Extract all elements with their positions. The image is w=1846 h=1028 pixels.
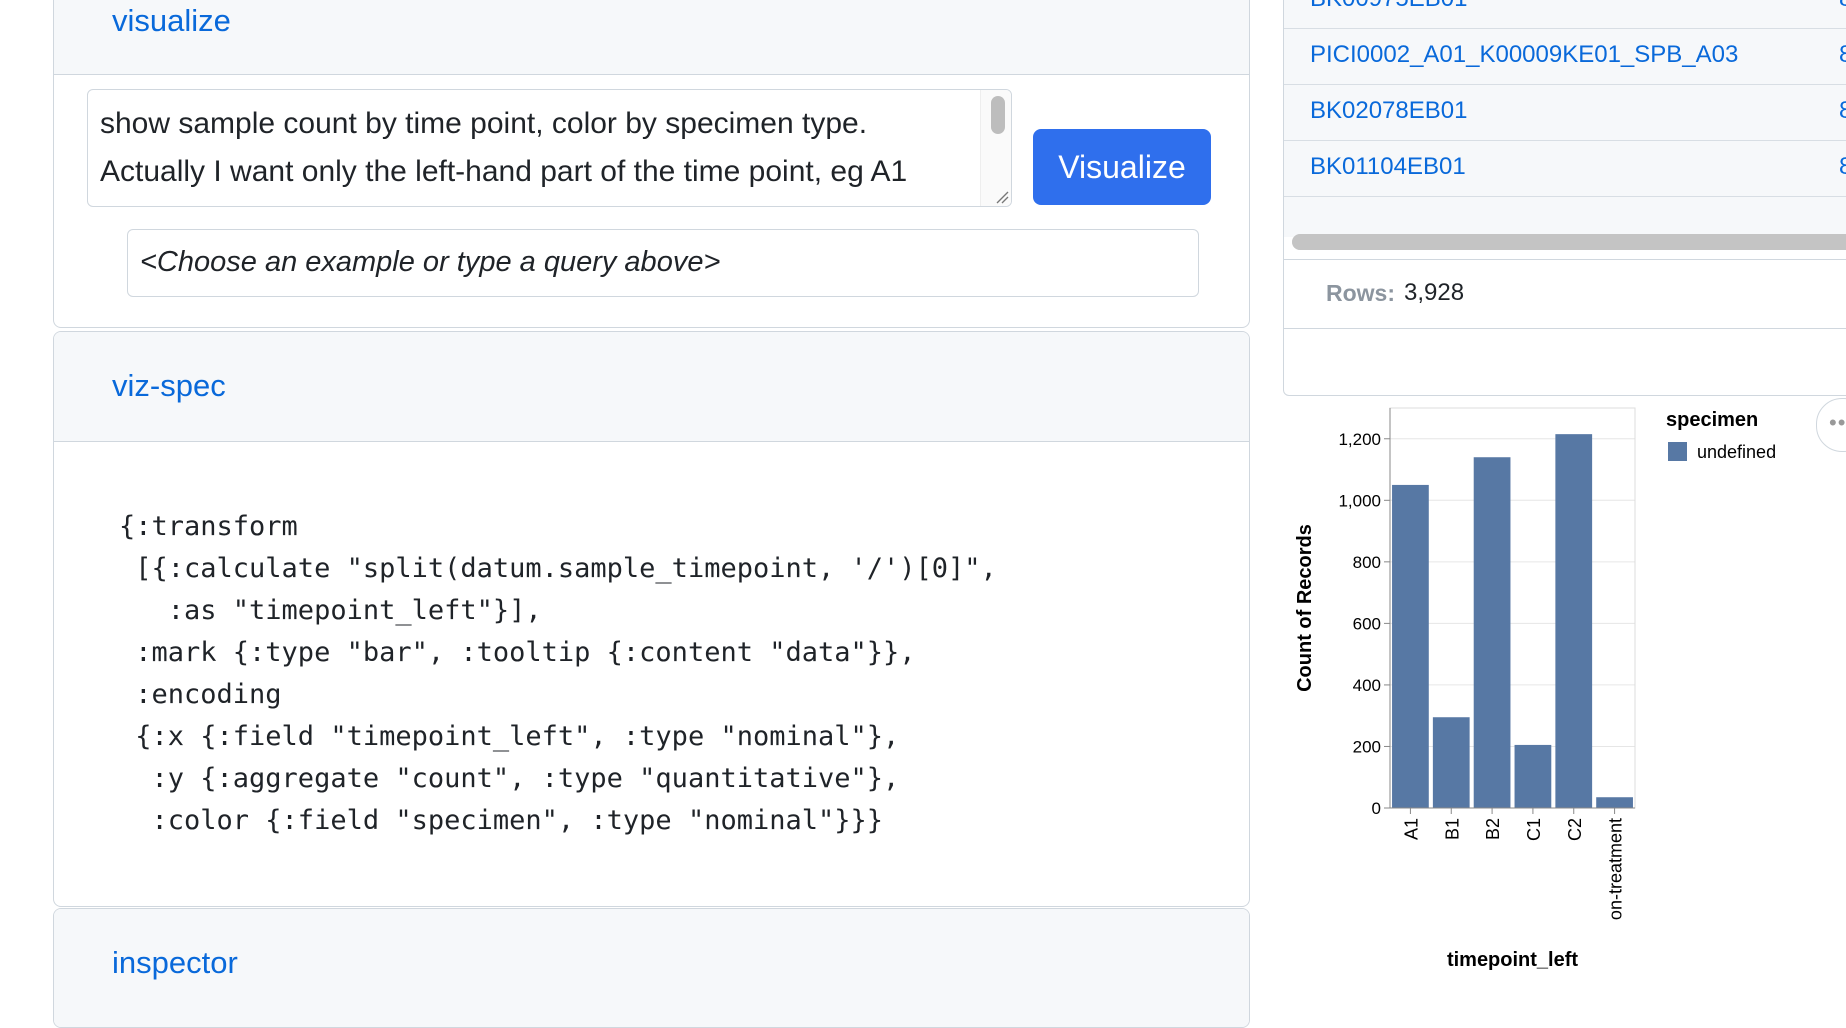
table-cell-next: 8 bbox=[1839, 0, 1846, 13]
table-row-empty bbox=[1284, 197, 1846, 237]
vizspec-header: viz-spec bbox=[54, 332, 1249, 442]
inspector-title[interactable]: inspector bbox=[112, 945, 238, 981]
query-scrollbar[interactable] bbox=[980, 90, 1011, 206]
table-row: BK01104EB01 8 bbox=[1284, 141, 1846, 197]
table-row: BK00975EB01 8 bbox=[1284, 0, 1846, 29]
rows-value: 3,928 bbox=[1404, 279, 1465, 306]
table-cell-id[interactable]: BK02078EB01 bbox=[1310, 97, 1467, 125]
visualize-panel: visualize show sample count by time poin… bbox=[53, 0, 1250, 328]
query-input[interactable]: show sample count by time point, color b… bbox=[87, 89, 1012, 207]
bar bbox=[1473, 457, 1511, 808]
rows-label: Rows: bbox=[1326, 280, 1395, 306]
y-tick-label: 1,200 bbox=[1338, 430, 1381, 449]
table-row: BK02078EB01 8 bbox=[1284, 85, 1846, 141]
y-tick-label: 800 bbox=[1353, 553, 1381, 572]
x-axis-title: timepoint_left bbox=[1447, 949, 1578, 971]
table-scrollbar-thumb[interactable] bbox=[1292, 234, 1846, 250]
x-tick-label: B2 bbox=[1483, 818, 1503, 840]
query-scrollbar-thumb[interactable] bbox=[991, 96, 1005, 134]
x-tick-label: B1 bbox=[1442, 818, 1462, 840]
visualize-header: visualize bbox=[54, 0, 1249, 75]
y-tick-label: 200 bbox=[1353, 737, 1381, 756]
bar-chart: A1 B1 B2 C1 C2 on-treatment 0 200 400 600 800 1,000… bbox=[1294, 407, 1776, 971]
x-tick-label: C2 bbox=[1565, 818, 1585, 841]
y-tick-label: 400 bbox=[1353, 676, 1381, 695]
x-tick-label: C1 bbox=[1524, 818, 1544, 841]
bar bbox=[1596, 797, 1633, 808]
vizspec-code: {:transform [{:calculate "split(datum.sa… bbox=[119, 511, 997, 836]
resize-grip-icon[interactable] bbox=[995, 190, 1009, 204]
table-cell-next: 8 bbox=[1839, 153, 1846, 181]
visualize-button[interactable]: Visualize bbox=[1033, 129, 1211, 205]
table-cell-next: 8 bbox=[1839, 41, 1846, 69]
table-cell-id[interactable]: PICI0002_A01_K00009KE01_SPB_A03 bbox=[1310, 41, 1738, 69]
y-tick-label: 1,000 bbox=[1338, 491, 1381, 510]
y-tick-label: 0 bbox=[1372, 799, 1381, 818]
ellipsis-icon: •• bbox=[1829, 410, 1846, 435]
data-table-panel: BK00975EB01 8 PICI0002_A01_K00009KE01_SP… bbox=[1283, 0, 1846, 396]
table-horizontal-scrollbar[interactable] bbox=[1292, 234, 1846, 250]
visualize-title[interactable]: visualize bbox=[112, 3, 231, 39]
bar bbox=[1555, 434, 1593, 808]
legend-title: specimen bbox=[1666, 409, 1758, 431]
inspector-header: inspector bbox=[54, 909, 1249, 1027]
table-cell-id[interactable]: BK00975EB01 bbox=[1310, 0, 1467, 13]
table-row: PICI0002_A01_K00009KE01_SPB_A03 8 bbox=[1284, 29, 1846, 85]
legend-entry: undefined bbox=[1697, 442, 1776, 462]
query-text[interactable]: show sample count by time point, color b… bbox=[100, 100, 970, 196]
table-cell-id[interactable]: BK01104EB01 bbox=[1310, 153, 1466, 181]
bar bbox=[1432, 717, 1470, 808]
y-tick-label: 600 bbox=[1353, 614, 1381, 633]
vizspec-panel: viz-spec {:transform [{:calculate "split… bbox=[53, 331, 1250, 907]
vizspec-title[interactable]: viz-spec bbox=[112, 368, 226, 404]
table-cell-next: 8 bbox=[1839, 97, 1846, 125]
x-tick-label: on-treatment bbox=[1606, 818, 1626, 920]
legend-swatch bbox=[1668, 442, 1687, 461]
inspector-panel: inspector bbox=[53, 908, 1250, 1028]
y-axis-title: Count of Records bbox=[1294, 524, 1316, 692]
row-count: Rows: 3,928 bbox=[1284, 259, 1846, 329]
bar bbox=[1392, 484, 1429, 808]
x-tick-label: A1 bbox=[1401, 818, 1421, 840]
bar bbox=[1514, 744, 1552, 808]
example-select[interactable]: <Choose an example or type a query above… bbox=[127, 229, 1199, 297]
